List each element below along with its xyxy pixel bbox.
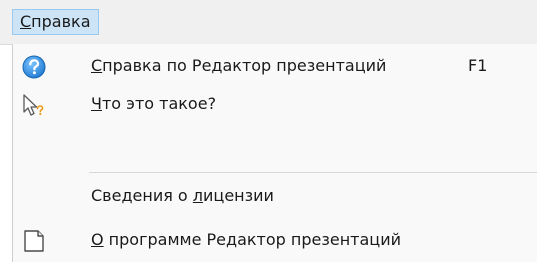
menu-item-label: Сведения о лицензии: [91, 186, 274, 205]
menu-item-label: Что это такое?: [91, 94, 217, 113]
menu-item-label: Справка по Редактор презентаций: [91, 56, 387, 75]
document-page-icon: [21, 228, 47, 254]
shortcut-label: F1: [468, 56, 488, 75]
help-menu-mnemonic: С: [20, 12, 32, 31]
help-circle-icon: [21, 54, 47, 80]
menu-separator: [89, 172, 537, 173]
menu-item-help-contents[interactable]: Справка по Редактор презентаций F1: [13, 48, 537, 84]
help-menu[interactable]: Справка: [12, 9, 99, 35]
menu-item-whats-this[interactable]: Что это такое?: [13, 86, 537, 122]
menu-bar: Справка: [0, 0, 537, 45]
menu-item-about[interactable]: О программе Редактор презентаций: [13, 222, 537, 258]
help-dropdown-menu: Справка по Редактор презентаций F1 Что э…: [12, 44, 537, 262]
help-menu-label: правка: [31, 12, 91, 31]
menu-item-label: О программе Редактор презентаций: [91, 230, 401, 249]
menu-item-license-info[interactable]: Сведения о лицензии: [13, 178, 537, 214]
whats-this-pointer-icon: [21, 92, 47, 118]
